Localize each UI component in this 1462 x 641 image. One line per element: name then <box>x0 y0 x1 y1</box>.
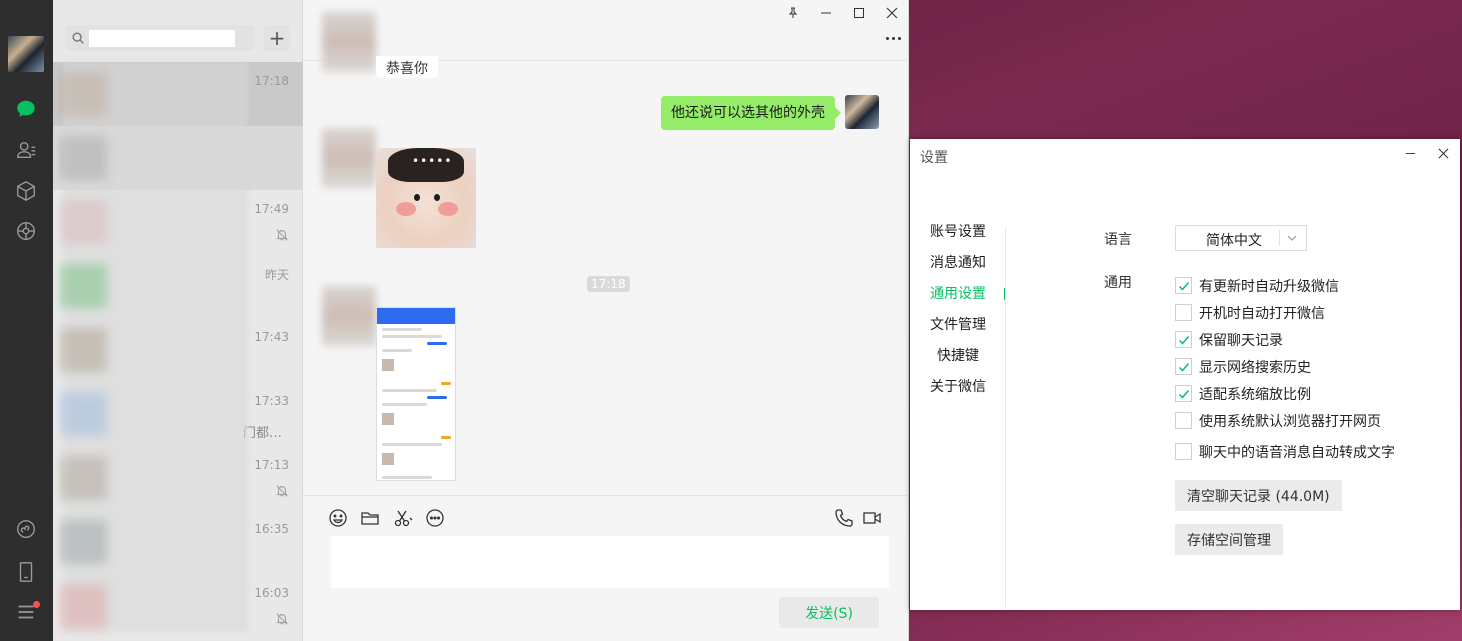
language-label: 语言 <box>1104 232 1132 248</box>
privacy-blur <box>63 62 248 632</box>
settings-nav-general[interactable]: 通用设置 <box>930 283 986 305</box>
folder-icon[interactable] <box>359 507 381 529</box>
item-time: 17:13 <box>254 458 289 472</box>
checkbox[interactable] <box>1175 304 1192 321</box>
settings-nav-shortcuts[interactable]: 快捷键 <box>930 345 986 367</box>
screenshot-scissors-icon[interactable] <box>392 507 414 529</box>
time-separator: 17:18 <box>587 276 630 292</box>
shared-screenshot[interactable] <box>376 307 456 481</box>
option-label: 有更新时自动升级微信 <box>1199 279 1339 295</box>
option-label: 适配系统缩放比例 <box>1199 387 1311 403</box>
option-label: 显示网络搜索历史 <box>1199 360 1311 376</box>
send-button[interactable]: 发送(S) <box>779 597 879 628</box>
option-label: 使用系统默认浏览器打开网页 <box>1199 414 1381 430</box>
mute-icon <box>276 485 288 497</box>
chat-icon[interactable] <box>14 97 38 121</box>
item-preview: 门都… <box>243 426 283 441</box>
language-value: 简体中文 <box>1206 233 1262 249</box>
peer-avatar <box>322 286 376 346</box>
emoji-icon[interactable] <box>327 507 349 529</box>
checkbox[interactable] <box>1175 412 1192 429</box>
message-input[interactable] <box>331 536 889 588</box>
checkbox[interactable] <box>1175 277 1192 294</box>
checkbox[interactable] <box>1175 385 1192 402</box>
settings-nav-account[interactable]: 账号设置 <box>930 221 986 243</box>
item-time: 16:03 <box>254 586 289 600</box>
user-avatar[interactable] <box>8 36 44 72</box>
settings-minimize-icon[interactable] <box>1400 145 1420 161</box>
checkmark-icon <box>1178 282 1190 291</box>
favorites-icon[interactable] <box>14 179 38 203</box>
item-time: 17:43 <box>254 330 289 344</box>
moments-icon[interactable] <box>14 219 38 243</box>
sticker-caption: ••••• <box>412 154 453 168</box>
outgoing-message: 他还说可以选其他的外壳 <box>661 96 841 130</box>
checkmark-icon <box>1178 336 1190 345</box>
option-label: 聊天中的语音消息自动转成文字 <box>1199 445 1395 461</box>
settings-nav-files[interactable]: 文件管理 <box>930 314 986 336</box>
checkmark-icon <box>1178 390 1190 399</box>
close-icon[interactable] <box>880 4 904 22</box>
add-chat-button[interactable]: + <box>264 25 290 51</box>
settings-nav-notifications[interactable]: 消息通知 <box>930 252 986 274</box>
notification-dot <box>33 601 40 608</box>
self-avatar[interactable] <box>845 95 879 129</box>
settings-close-icon[interactable] <box>1433 145 1453 161</box>
contacts-icon[interactable] <box>14 138 38 162</box>
peer-avatar <box>322 12 376 72</box>
settings-nav-about[interactable]: 关于微信 <box>930 376 986 398</box>
chat-list-panel: + 17:18 17:49 昨天 17:43 17:33 门都… 17:13 1… <box>53 0 303 641</box>
storage-management-button[interactable]: 存储空间管理 <box>1175 524 1283 555</box>
chat-window: 恭喜你 他还说可以选其他的外壳 ••••• 17:18 发送(S) <box>303 0 909 641</box>
option-label: 保留聊天记录 <box>1199 333 1283 349</box>
mute-icon <box>276 229 288 241</box>
checkbox[interactable] <box>1175 331 1192 348</box>
mini-program-icon[interactable] <box>14 517 38 541</box>
clear-history-button[interactable]: 清空聊天记录 (44.0M) <box>1175 480 1342 511</box>
checkbox[interactable] <box>1175 443 1192 460</box>
item-time: 17:33 <box>254 394 289 408</box>
mute-icon <box>276 613 288 625</box>
settings-divider <box>1005 227 1006 610</box>
item-time: 16:35 <box>254 522 289 536</box>
peer-avatar <box>322 128 376 188</box>
pin-icon[interactable] <box>781 4 805 22</box>
language-select[interactable]: 简体中文 <box>1175 225 1307 251</box>
nav-bar <box>0 0 53 641</box>
chat-bubble-icon[interactable] <box>424 507 446 529</box>
search-input[interactable] <box>89 30 235 47</box>
checkbox[interactable] <box>1175 358 1192 375</box>
sticker-image[interactable]: ••••• <box>376 148 476 248</box>
video-call-icon[interactable] <box>861 507 883 529</box>
search-icon <box>72 32 84 44</box>
phone-icon[interactable] <box>14 560 38 584</box>
incoming-message: 恭喜你 <box>376 56 438 78</box>
settings-dialog: 设置 账号设置 消息通知 通用设置 文件管理 快捷键 关于微信 语言 简体中文 … <box>910 139 1460 610</box>
chevron-down-icon <box>1287 235 1297 241</box>
checkmark-icon <box>1178 363 1190 372</box>
more-options-button[interactable] <box>881 32 905 44</box>
input-divider <box>303 495 909 496</box>
item-time: 17:18 <box>254 74 289 88</box>
item-time: 17:49 <box>254 202 289 216</box>
option-label: 开机时自动打开微信 <box>1199 306 1325 322</box>
search-bar <box>65 25 255 51</box>
voice-call-icon[interactable] <box>833 507 855 529</box>
minimize-icon[interactable] <box>814 4 838 22</box>
maximize-icon[interactable] <box>847 4 871 22</box>
settings-title: 设置 <box>920 150 948 166</box>
general-label: 通用 <box>1104 275 1132 291</box>
item-time: 昨天 <box>264 268 289 282</box>
